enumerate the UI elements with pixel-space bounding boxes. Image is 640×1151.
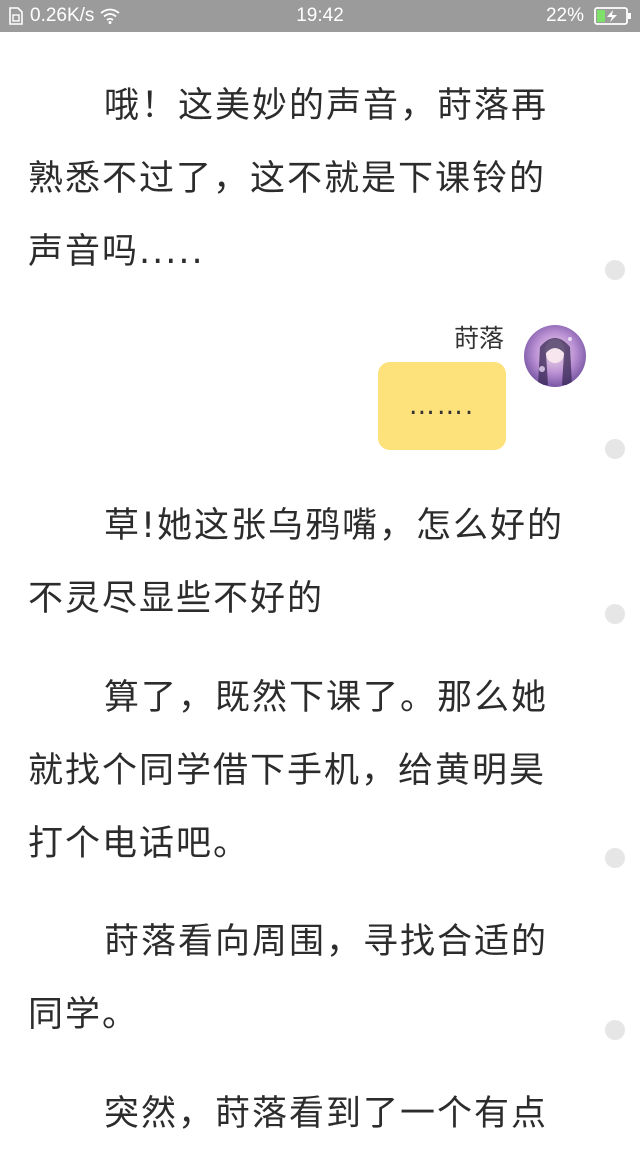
status-right: 22% xyxy=(546,5,632,27)
story-paragraph: 哦！这美妙的声音，莳落再熟悉不过了，这不就是下课铃的声音吗..... xyxy=(28,86,549,272)
story-paragraph: 突然，莳落看到了一个有点 xyxy=(104,1094,549,1134)
side-dot xyxy=(605,1020,625,1040)
speaker-name: 莳落 xyxy=(453,324,504,353)
avatar-image xyxy=(524,325,586,387)
clock: 19:42 xyxy=(296,5,344,26)
side-dot xyxy=(605,439,625,459)
battery-percent: 22% xyxy=(545,5,584,26)
status-bar: 0.26K/s 19:42 22% xyxy=(0,0,640,32)
story-paragraph: 草!她这张乌鸦嘴，怎么好的不灵尽显些不好的 xyxy=(28,506,565,619)
story-paragraph: 算了，既然下课了。那么她就找个同学借下手机，给黄明昊打个电话吧。 xyxy=(28,678,549,864)
chat-message: ……. xyxy=(408,391,476,421)
side-dot xyxy=(605,848,625,868)
side-dot xyxy=(605,604,625,624)
story-paragraph: 莳落看向周围，寻找合适的同学。 xyxy=(28,922,549,1035)
avatar[interactable] xyxy=(524,325,586,387)
chat-bubble[interactable]: ……. xyxy=(378,362,506,450)
reader-content[interactable]: 哦！这美妙的声音，莳落再熟悉不过了，这不就是下课铃的声音吗..... 莳落 ……… xyxy=(0,32,640,1138)
side-dot xyxy=(605,260,625,280)
battery-charging-icon xyxy=(594,7,631,25)
